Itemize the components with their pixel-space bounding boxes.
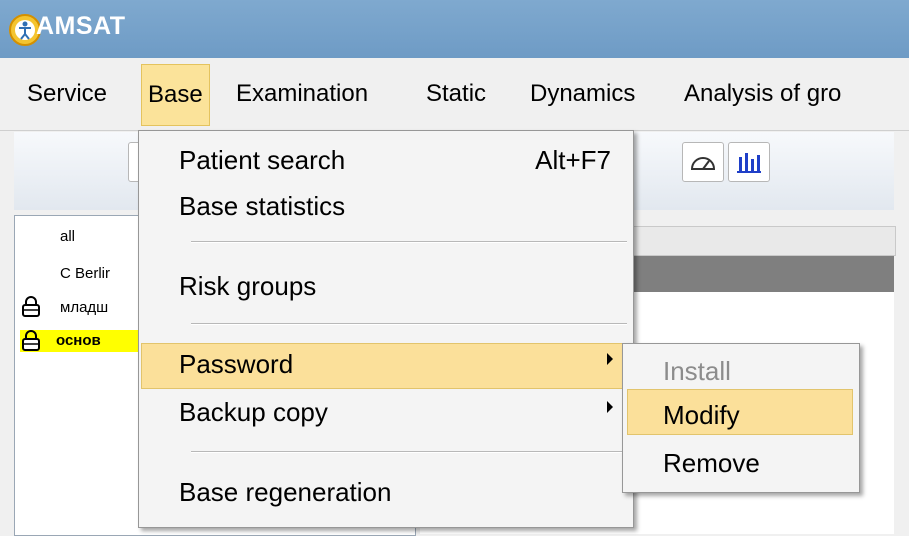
- password-submenu: Install Modify Remove: [622, 343, 860, 493]
- menu-item-backup-copy[interactable]: Backup copy: [179, 397, 328, 428]
- tree-item-all[interactable]: all: [60, 228, 75, 245]
- tree-item-main-label: основ: [56, 332, 101, 349]
- gauge-icon: [690, 157, 716, 170]
- menu-bar: Service Base Examination Static Dynamics…: [0, 58, 909, 131]
- submenu-item-remove[interactable]: Remove: [663, 448, 760, 479]
- bar-chart-button[interactable]: [728, 142, 770, 182]
- base-menu-dropdown: Patient search Alt+F7 Base statistics Ri…: [138, 130, 634, 528]
- lock-icon: [22, 296, 40, 317]
- menu-service[interactable]: Service: [27, 80, 107, 108]
- menu-item-base-regeneration[interactable]: Base regeneration: [179, 477, 391, 508]
- menu-separator: [191, 451, 627, 453]
- tree-item-berlin[interactable]: C Berlir: [60, 265, 110, 282]
- submenu-item-modify-highlight[interactable]: [627, 389, 853, 435]
- submenu-item-modify[interactable]: Modify: [663, 400, 740, 431]
- bar-chart-icon: [737, 153, 761, 173]
- menu-separator: [191, 241, 627, 243]
- menu-examination[interactable]: Examination: [236, 80, 368, 108]
- menu-separator: [191, 323, 627, 325]
- patient-search-shortcut: Alt+F7: [535, 145, 611, 175]
- menu-dynamics[interactable]: Dynamics: [530, 80, 635, 108]
- menu-base[interactable]: Base: [141, 64, 210, 126]
- tree-item-junior[interactable]: младш: [60, 299, 108, 316]
- submenu-arrow-icon: [607, 353, 613, 365]
- menu-item-patient-search[interactable]: Patient search: [179, 145, 345, 176]
- lock-icon: [22, 330, 40, 351]
- app-title: AMSAT: [36, 12, 126, 40]
- submenu-arrow-icon: [607, 401, 613, 413]
- menu-analysis-of-groups[interactable]: Analysis of gro: [684, 80, 841, 108]
- menu-item-password[interactable]: Password: [179, 349, 293, 380]
- menu-item-base-statistics[interactable]: Base statistics: [179, 191, 345, 222]
- submenu-item-install[interactable]: Install: [663, 356, 731, 387]
- menu-item-risk-groups[interactable]: Risk groups: [179, 271, 316, 302]
- gauge-button[interactable]: [682, 142, 724, 182]
- menu-static[interactable]: Static: [426, 80, 486, 108]
- title-bar: AMSAT: [0, 0, 909, 58]
